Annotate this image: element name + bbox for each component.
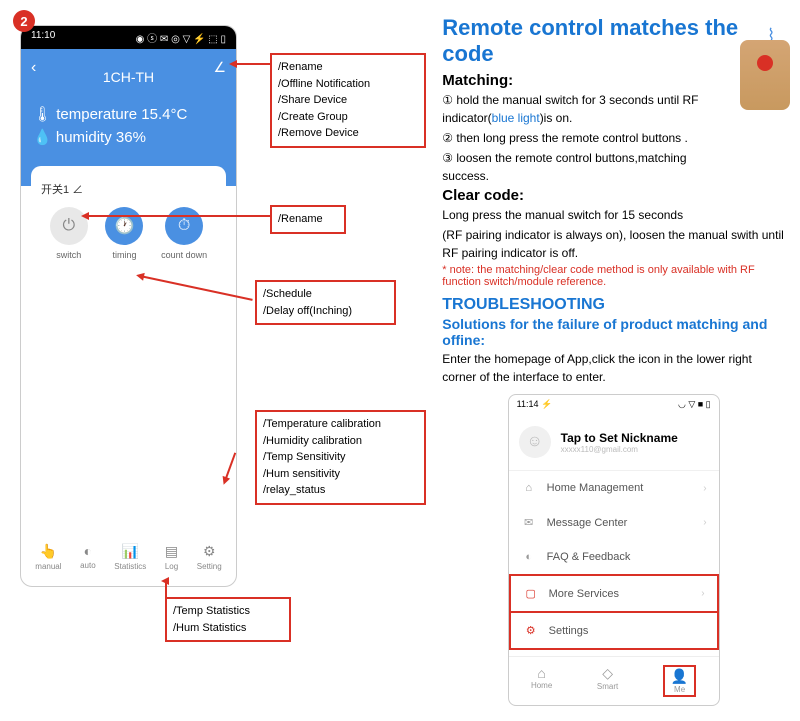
tab-manual[interactable]: 👆manual [35, 543, 61, 571]
note: * note: the matching/clear code method i… [442, 264, 785, 288]
home-icon: ⌂ [521, 482, 537, 494]
humidity-row: 💧 humidity 36% [33, 128, 224, 146]
control-panel: 开关1 ∠ ⏻ switch 🕐 timing ⏱ count down [31, 166, 226, 275]
phone2-tabs: ⌂Home ◇Smart 👤Me [509, 656, 719, 705]
hand-icon: 👆 [40, 543, 57, 560]
arrow [165, 580, 167, 597]
phone2-status: 11:14 ⚡◡ ▽ ■ ▯ [509, 395, 719, 414]
faq-icon: ◐ [521, 551, 537, 563]
countdown-label: count down [161, 250, 207, 260]
tab-statistics[interactable]: 📊Statistics [114, 543, 146, 571]
step-1: ① hold the manual switch for 3 seconds u… [442, 91, 785, 127]
item-home-mgmt[interactable]: ⌂Home Management› [509, 471, 719, 505]
stats-icon: 📊 [122, 543, 139, 560]
tab-me[interactable]: 👤Me [663, 665, 696, 697]
step-2: ② then long press the remote control but… [442, 129, 785, 147]
callout-setting: /Temperature calibration /Humidity calib… [255, 410, 426, 505]
chevron-right-icon: › [701, 588, 704, 599]
troubleshooting-heading: TROUBLESHOOTING [442, 296, 785, 314]
callout-rename: /Rename [270, 205, 346, 234]
timing-label: timing [112, 250, 136, 260]
switch-name[interactable]: 开关1 ∠ [41, 181, 216, 197]
item-msg-center[interactable]: ✉Message Center› [509, 505, 719, 540]
message-icon: ✉ [521, 516, 537, 529]
main-title: Remote control matches the code [442, 15, 785, 67]
arrow [233, 63, 270, 65]
remote-image [740, 40, 790, 110]
email: xxxxx110@gmail.com [561, 445, 678, 454]
nickname: Tap to Set Nickname [561, 431, 678, 445]
time: 11:10 [31, 30, 55, 45]
temp-label: temperature [56, 106, 137, 123]
humidity-label: humidity [56, 129, 112, 146]
temperature-row: 🌡 temperature 15.4°C [33, 105, 224, 123]
profile-row[interactable]: ☺ Tap to Set Nickname xxxxx110@gmail.com [509, 414, 719, 471]
troubleshooting-sub: Solutions for the failure of product mat… [442, 316, 785, 348]
log-icon: ▤ [165, 543, 178, 560]
auto-icon: ◐ [84, 543, 92, 559]
chevron-right-icon: › [703, 517, 706, 528]
bookmark-icon: ▢ [523, 587, 539, 600]
item-settings[interactable]: ⚙Settings [509, 613, 719, 650]
status-bar: 11:10 ◉ ⓢ ✉ ◎ ▽ ⚡ ⬚ ▯ [21, 26, 236, 49]
smart-icon: ◇ [602, 665, 613, 682]
matching-heading: Matching: [442, 72, 785, 89]
item-more-services[interactable]: ▢More Services› [509, 574, 719, 613]
phone2-screenshot: 11:14 ⚡◡ ▽ ■ ▯ ☺ Tap to Set Nickname xxx… [508, 394, 720, 706]
step-badge: 2 [13, 10, 35, 32]
bottom-tabs: 👆manual ◐auto 📊Statistics ▤Log ⚙Setting [21, 543, 236, 571]
phone-screenshot: 11:10 ◉ ⓢ ✉ ◎ ▽ ⚡ ⬚ ▯ ‹ ∠ 1CH-TH 🌡 tempe… [20, 25, 237, 587]
tab-setting[interactable]: ⚙Setting [197, 543, 222, 571]
status-icons: ◉ ⓢ ✉ ◎ ▽ ⚡ ⬚ ▯ [136, 30, 226, 45]
tab-log[interactable]: ▤Log [165, 543, 178, 571]
device-title: 1CH-TH [33, 69, 224, 85]
troubleshooting-text: Enter the homepage of App,click the icon… [442, 350, 785, 386]
back-icon[interactable]: ‹ [31, 59, 36, 77]
timer-icon: ⏱ [165, 207, 203, 245]
tab-smart[interactable]: ◇Smart [597, 665, 618, 697]
callout-timing: /Schedule /Delay off(Inching) [255, 280, 396, 325]
gear-icon: ⚙ [203, 543, 216, 560]
humidity-value: 36% [116, 129, 146, 146]
gear-icon: ⚙ [523, 624, 539, 637]
home-icon: ⌂ [537, 665, 545, 681]
item-faq[interactable]: ◐FAQ & Feedback [509, 540, 719, 574]
person-icon: 👤 [671, 668, 688, 685]
tab-auto[interactable]: ◐auto [80, 543, 96, 571]
avatar-icon: ☺ [519, 426, 551, 458]
clear-heading: Clear code: [442, 187, 785, 204]
switch-label: switch [56, 250, 81, 260]
arrow [85, 215, 270, 217]
tab-home[interactable]: ⌂Home [531, 665, 552, 697]
callout-edit-menu: /Rename /Offline Notification /Share Dev… [270, 53, 426, 148]
clear-text-1: Long press the manual switch for 15 seco… [442, 206, 785, 224]
step-3: ③ loosen the remote control buttons,matc… [442, 149, 785, 185]
clear-text-2: (RF pairing indicator is always on), loo… [442, 226, 785, 262]
clock-icon: 🕐 [105, 207, 143, 245]
chevron-right-icon: › [703, 483, 706, 494]
callout-stats: /Temp Statistics /Hum Statistics [165, 597, 291, 642]
temp-value: 15.4°C [141, 106, 187, 123]
